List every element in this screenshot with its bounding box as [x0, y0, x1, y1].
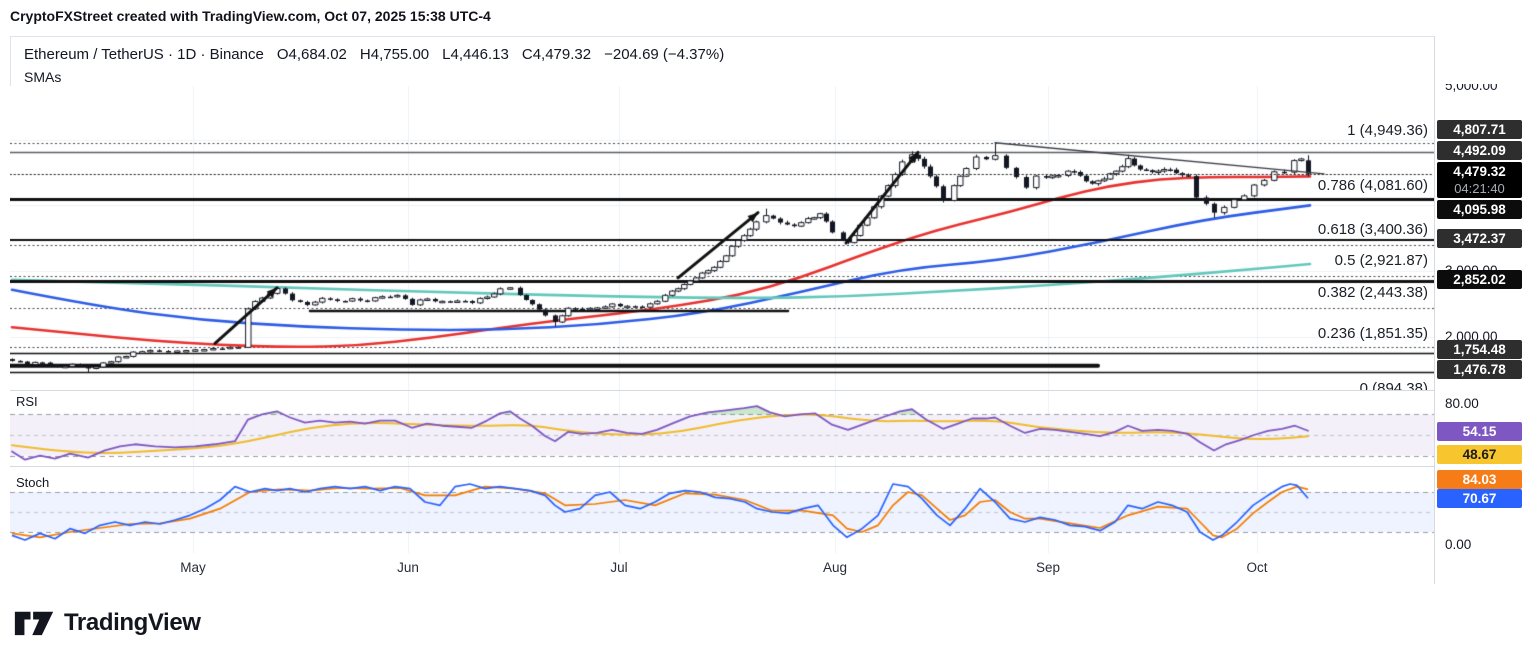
- price-badge: 1,754.48: [1437, 340, 1522, 359]
- fib-level-label: 0.786 (4,081.60): [1317, 177, 1428, 194]
- price-badge: 54.15: [1437, 422, 1522, 441]
- attribution-text: CryptoFXStreet created with TradingView.…: [10, 8, 491, 24]
- stoch-pane[interactable]: Stoch: [10, 466, 1434, 553]
- price-badge: 2,852.02: [1437, 270, 1522, 289]
- price-badge: 48.67: [1437, 445, 1522, 464]
- ohlc-open: O4,684.02: [276, 46, 347, 63]
- fib-level-label: 0.618 (3,400.36): [1317, 221, 1428, 238]
- rsi-pane[interactable]: RSI: [10, 390, 1434, 466]
- price-badge: 1,476.78: [1437, 360, 1522, 379]
- change-value: −204.69 (−4.37%): [604, 46, 725, 63]
- month-label: Jun: [397, 560, 419, 575]
- symbol-title[interactable]: Ethereum / TetherUS · 1D · Binance: [24, 46, 264, 63]
- price-badge: 3,472.37: [1437, 229, 1522, 248]
- price-scale[interactable]: 5,000.00 3,000.002,000.0080.000.004,807.…: [1435, 36, 1526, 584]
- month-label: May: [180, 560, 206, 575]
- tradingview-logo[interactable]: TradingView: [14, 606, 201, 640]
- price-pane[interactable]: 1 (4,949.36) 0.786 (4,081.60) 0.618 (3,400…: [10, 86, 1434, 390]
- price-badge: 4,807.71: [1437, 120, 1522, 139]
- price-badge: 70.67: [1437, 489, 1522, 508]
- pane-separator[interactable]: [10, 390, 1434, 391]
- ohlc-close: C4,479.32: [521, 46, 592, 63]
- axis-label: 80.00: [1445, 396, 1479, 411]
- chart-header: Ethereum / TetherUS · 1D · Binance O4,68…: [24, 46, 724, 63]
- month-label: Jul: [610, 560, 628, 575]
- fib-level-label: 0.382 (2,443.38): [1317, 284, 1428, 301]
- stoch-label[interactable]: Stoch: [16, 475, 49, 490]
- tradingview-logo-text: TradingView: [64, 609, 201, 636]
- price-badge: 4,492.09: [1437, 141, 1522, 160]
- price-badge: 84.03: [1437, 470, 1522, 489]
- price-badge: 4,479.32 04:21:40: [1437, 162, 1522, 198]
- tradingview-chart-screenshot: CryptoFXStreet created with TradingView.…: [0, 0, 1536, 662]
- month-label: Aug: [822, 560, 848, 575]
- stoch-canvas[interactable]: [10, 466, 1434, 553]
- fib-level-label: 1 (4,949.36): [1347, 122, 1428, 139]
- fib-level-label: 0.236 (1,851.35): [1317, 325, 1428, 342]
- fib-level-label: 0.5 (2,921.87): [1334, 252, 1428, 269]
- price-badge: 4,095.98: [1437, 200, 1522, 219]
- fib-level-label: 0 (894.38): [1359, 380, 1428, 390]
- month-label: Oct: [1246, 560, 1268, 575]
- axis-label: 0.00: [1445, 537, 1472, 552]
- indicator-legend-smas[interactable]: SMAs: [24, 69, 61, 85]
- pane-separator[interactable]: [10, 466, 1434, 467]
- tradingview-logo-icon: [14, 611, 54, 636]
- rsi-label[interactable]: RSI: [16, 394, 38, 409]
- rsi-canvas[interactable]: [10, 390, 1434, 466]
- price-chart-canvas[interactable]: [10, 86, 1434, 390]
- time-axis[interactable]: May Jun Jul Aug Sep Oct: [10, 553, 1434, 584]
- ohlc-low: L4,446.13: [442, 46, 509, 63]
- axis-label-clipped: 5,000.00: [1445, 84, 1498, 93]
- month-label: Sep: [1035, 560, 1061, 575]
- ohlc-high: H4,755.00: [359, 46, 430, 63]
